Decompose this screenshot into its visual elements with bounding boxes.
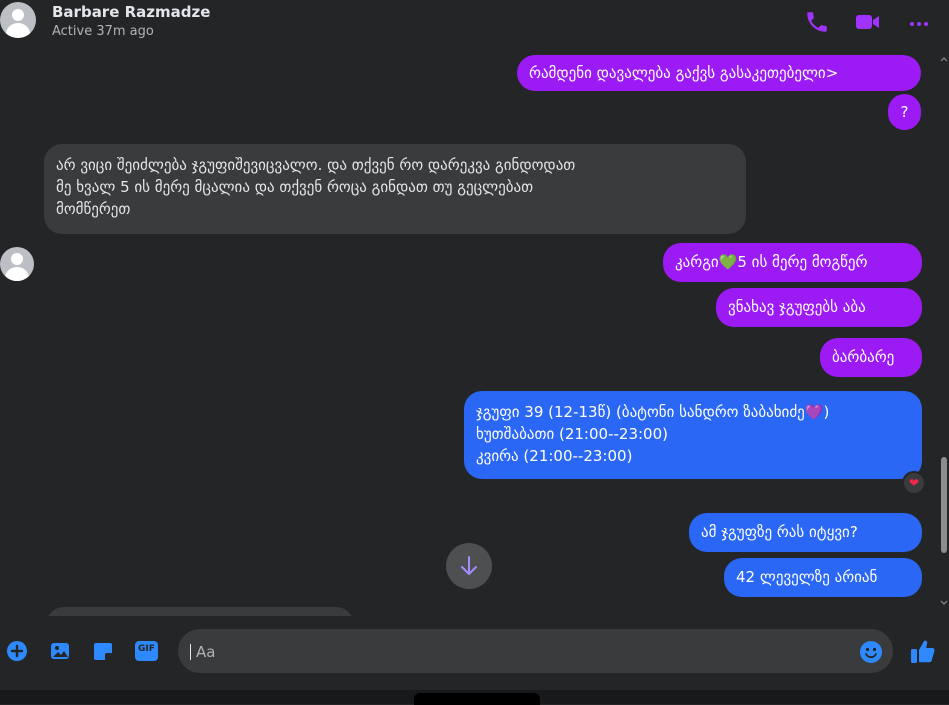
message-text: ამ ჯგუფზე რას იტყვი? bbox=[701, 523, 858, 541]
image-icon[interactable] bbox=[49, 640, 71, 662]
message-input[interactable] bbox=[194, 629, 858, 675]
more-options-icon[interactable] bbox=[906, 9, 932, 35]
sticker-icon[interactable] bbox=[92, 640, 114, 662]
message-text: 42 ლეველზე არიან bbox=[736, 568, 878, 586]
text-caret bbox=[190, 644, 191, 660]
scrollbar-thumb[interactable] bbox=[941, 457, 947, 553]
chat-header: Barbare Razmadze Active 37m ago bbox=[0, 0, 949, 46]
gif-label: GIF bbox=[138, 644, 155, 654]
contact-avatar[interactable] bbox=[0, 2, 36, 38]
message-text: ვნახავ ჯგუფებს აბა bbox=[728, 298, 866, 316]
message-text: მე ხვალ 5 ის მერე მცალია და თქვენ როცა გ… bbox=[56, 178, 534, 196]
message-text: ბარბარე bbox=[832, 348, 895, 366]
message-bubble-outgoing[interactable]: ? bbox=[888, 94, 921, 130]
scroll-to-bottom-button[interactable] bbox=[446, 543, 492, 589]
message-text: მომწერეთ bbox=[56, 200, 131, 218]
message-text: რამდენი დავალება გაქვს გასაკეთებელი> bbox=[529, 64, 839, 82]
thumbs-up-icon[interactable] bbox=[910, 637, 936, 665]
message-bubble-outgoing[interactable]: კარგი💚5 ის მერე მოგწერ bbox=[663, 243, 922, 282]
message-input-box[interactable] bbox=[178, 629, 893, 675]
phone-icon[interactable] bbox=[804, 9, 830, 35]
add-icon[interactable] bbox=[6, 640, 28, 662]
scroll-up-arrow-icon[interactable] bbox=[939, 54, 949, 64]
message-bubble-outgoing[interactable]: ბარბარე bbox=[820, 338, 922, 377]
message-text: ხუთშაბათი (21:00--23:00) bbox=[476, 425, 668, 443]
message-bubble-outgoing[interactable]: ვნახავ ჯგუფებს აბა bbox=[716, 288, 922, 327]
message-bubble-outgoing[interactable]: 42 ლეველზე არიან bbox=[724, 558, 922, 597]
gif-icon[interactable]: GIF bbox=[135, 641, 158, 661]
emoji-icon[interactable] bbox=[859, 640, 883, 664]
scroll-down-arrow-icon[interactable] bbox=[939, 598, 949, 608]
message-text: ? bbox=[900, 103, 909, 121]
contact-status: Active 37m ago bbox=[52, 24, 154, 39]
message-list[interactable]: რამდენი დავალება გაქვს გასაკეთებელი> ? ა… bbox=[0, 46, 938, 616]
message-text: არ ვიცი შეიძლება ჯგუფიშევიცვალო. და თქვე… bbox=[56, 156, 576, 174]
message-bubble-outgoing[interactable]: ამ ჯგუფზე რას იტყვი? bbox=[689, 513, 922, 552]
message-bubble-incoming[interactable]: არ ვიცი შეიძლება ჯგუფიშევიცვალო. და თქვე… bbox=[44, 144, 746, 234]
taskbar-pill bbox=[414, 693, 540, 705]
contact-avatar-small[interactable] bbox=[0, 247, 34, 281]
arrow-down-icon bbox=[461, 556, 477, 575]
message-bubble-outgoing[interactable]: რამდენი დავალება გაქვს გასაკეთებელი> bbox=[517, 55, 921, 91]
contact-name[interactable]: Barbare Razmadze bbox=[52, 3, 210, 21]
video-camera-icon[interactable] bbox=[855, 9, 881, 35]
message-bubble-outgoing[interactable]: ჯგუფი 39 (12-13წ) (ბატონი სანდრო ზაბახიძ… bbox=[464, 391, 922, 479]
message-text: ჯგუფი 39 (12-13წ) (ბატონი სანდრო ზაბახიძ… bbox=[476, 403, 830, 421]
bottom-bar bbox=[0, 690, 949, 705]
message-text: კვირა (21:00--23:00) bbox=[476, 447, 633, 465]
message-text: კარგი💚5 ის მერე მოგწერ bbox=[675, 253, 868, 271]
heart-reaction-icon[interactable]: ❤ bbox=[902, 471, 926, 495]
